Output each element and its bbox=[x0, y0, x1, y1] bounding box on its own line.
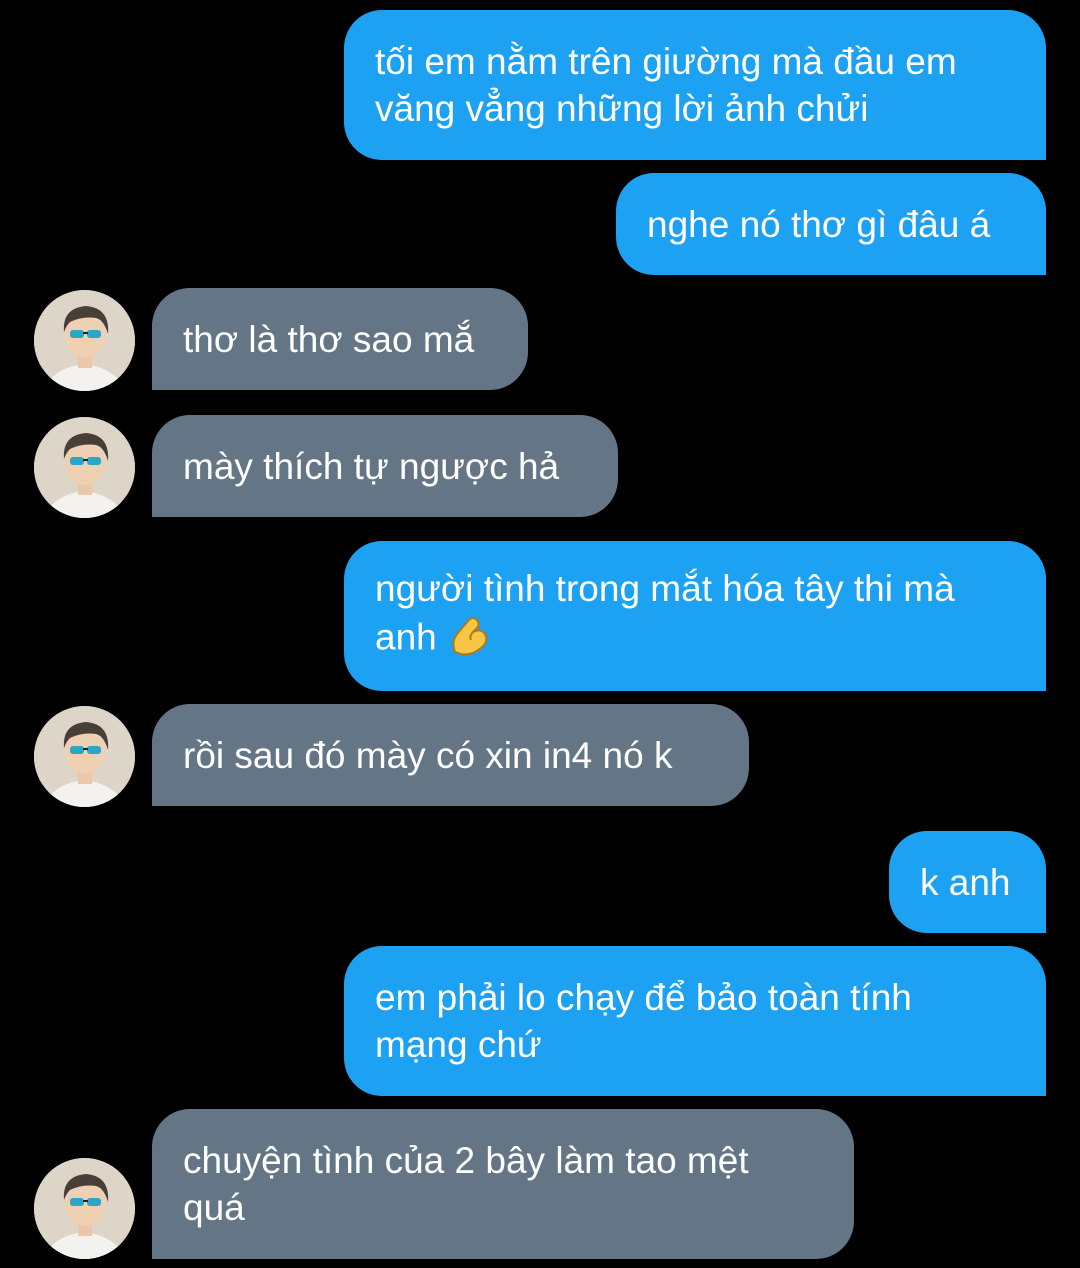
message-text: rồi sau đó mày có xin in4 nó k bbox=[183, 732, 672, 779]
message-line: mạng chứ bbox=[375, 1024, 542, 1065]
sent-message-bubble[interactable]: nghe nó thơ gì đâu á bbox=[616, 173, 1046, 275]
message-line: anh bbox=[375, 616, 437, 658]
sent-message-bubble[interactable]: người tình trong mắt hóa tây thi mà anh bbox=[344, 541, 1046, 691]
avatar-photo-icon bbox=[34, 417, 135, 518]
sent-message-bubble[interactable]: tối em nằm trên giường mà đầu em văng vẳ… bbox=[344, 10, 1046, 160]
message-line: thơ là thơ sao mắ bbox=[183, 318, 475, 360]
received-message-bubble[interactable]: chuyện tình của 2 bây làm tao mệt quá bbox=[152, 1109, 854, 1259]
received-message-bubble[interactable]: rồi sau đó mày có xin in4 nó k bbox=[152, 704, 749, 806]
sent-message-bubble[interactable]: k anh bbox=[889, 831, 1046, 933]
message-text: chuyện tình của 2 bây làm tao mệt quá bbox=[183, 1137, 749, 1231]
received-message-bubble[interactable]: mày thích tự ngược hả bbox=[152, 415, 618, 517]
message-line: chuyện tình của 2 bây làm tao mệt bbox=[183, 1140, 749, 1181]
contact-avatar[interactable] bbox=[34, 1158, 135, 1259]
message-text: tối em nằm trên giường mà đầu em văng vẳ… bbox=[375, 38, 957, 132]
message-line: rồi sau đó mày có xin in4 nó k bbox=[183, 734, 673, 776]
message-text: em phải lo chạy để bảo toàn tính mạng ch… bbox=[375, 974, 912, 1068]
contact-avatar[interactable] bbox=[34, 417, 135, 518]
contact-avatar[interactable] bbox=[34, 706, 135, 807]
message-line: người tình trong mắt hóa tây thi mà bbox=[375, 568, 955, 609]
avatar-photo-icon bbox=[34, 1158, 135, 1259]
pinching-hand-emoji-icon bbox=[447, 612, 491, 667]
message-line: mày thích tự ngược hả bbox=[183, 445, 560, 487]
message-text: thơ là thơ sao mắ bbox=[183, 316, 474, 363]
message-text: người tình trong mắt hóa tây thi mà anh bbox=[375, 565, 955, 667]
message-text: k anh bbox=[920, 859, 1011, 906]
message-text: mày thích tự ngược hả bbox=[183, 443, 559, 490]
message-line: văng vẳng những lời ảnh chửi bbox=[375, 88, 869, 129]
received-message-bubble[interactable]: thơ là thơ sao mắ bbox=[152, 288, 528, 390]
message-line: em phải lo chạy để bảo toàn tính bbox=[375, 977, 912, 1018]
sent-message-bubble[interactable]: em phải lo chạy để bảo toàn tính mạng ch… bbox=[344, 946, 1046, 1096]
avatar-photo-icon bbox=[34, 706, 135, 807]
message-line: k anh bbox=[920, 861, 1011, 903]
message-text: nghe nó thơ gì đâu á bbox=[647, 201, 990, 248]
message-line: tối em nằm trên giường mà đầu em bbox=[375, 41, 957, 82]
contact-avatar[interactable] bbox=[34, 290, 135, 391]
message-line: quá bbox=[183, 1187, 245, 1228]
avatar-photo-icon bbox=[34, 290, 135, 391]
message-line: nghe nó thơ gì đâu á bbox=[647, 203, 991, 245]
